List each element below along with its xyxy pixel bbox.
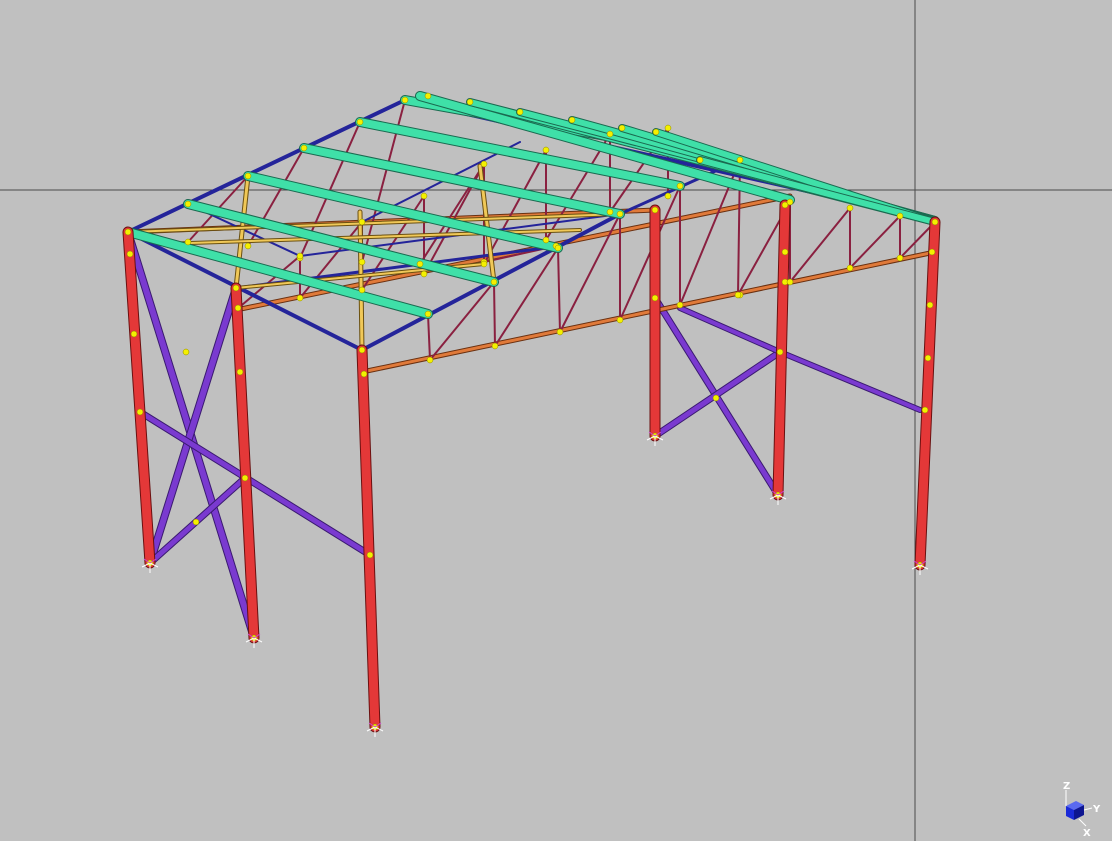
node[interactable]: [616, 210, 624, 218]
node[interactable]: [184, 238, 192, 246]
node[interactable]: [542, 146, 550, 154]
node[interactable]: [358, 218, 366, 226]
node[interactable]: [424, 92, 432, 100]
node[interactable]: [696, 156, 704, 164]
node[interactable]: [652, 128, 660, 136]
node[interactable]: [480, 160, 488, 168]
node[interactable]: [568, 116, 576, 124]
triad-x-axis: [1078, 818, 1087, 827]
node[interactable]: [676, 182, 684, 190]
node[interactable]: [182, 348, 190, 356]
truss-vertical[interactable]: [737, 159, 741, 296]
node[interactable]: [358, 258, 366, 266]
node[interactable]: [928, 248, 936, 256]
node[interactable]: [651, 206, 659, 214]
node[interactable]: [416, 260, 424, 268]
node[interactable]: [616, 316, 624, 324]
node[interactable]: [126, 250, 134, 258]
node[interactable]: [366, 551, 374, 559]
node[interactable]: [358, 346, 366, 354]
node[interactable]: [420, 192, 428, 200]
node[interactable]: [296, 252, 304, 260]
node[interactable]: [846, 264, 854, 272]
node[interactable]: [300, 144, 308, 152]
node[interactable]: [296, 294, 304, 302]
node[interactable]: [466, 98, 474, 106]
node[interactable]: [516, 108, 524, 116]
node[interactable]: [232, 284, 240, 292]
wall-brace[interactable]: [678, 306, 782, 354]
wall-brace[interactable]: [778, 350, 922, 412]
axis-triad: Z Y X: [1063, 781, 1101, 838]
node[interactable]: [651, 294, 659, 302]
node[interactable]: [556, 328, 564, 336]
node[interactable]: [426, 356, 434, 364]
node[interactable]: [606, 130, 614, 138]
node[interactable]: [241, 474, 249, 482]
node[interactable]: [664, 124, 672, 132]
node[interactable]: [664, 192, 672, 200]
triad-y-axis: [1083, 807, 1093, 811]
node[interactable]: [491, 342, 499, 350]
wall-brace[interactable]: [652, 349, 783, 439]
node[interactable]: [490, 278, 498, 286]
node[interactable]: [712, 394, 720, 402]
node[interactable]: [542, 236, 550, 244]
supports-layer: [141, 431, 929, 737]
3d-structure-view[interactable]: Z Y X: [0, 0, 1112, 841]
node[interactable]: [554, 244, 562, 252]
node[interactable]: [618, 124, 626, 132]
node[interactable]: [130, 330, 138, 338]
node[interactable]: [244, 242, 252, 250]
purlin[interactable]: [697, 157, 938, 225]
node[interactable]: [480, 260, 488, 268]
node[interactable]: [786, 198, 794, 206]
node[interactable]: [192, 518, 200, 526]
members-layer[interactable]: [122, 91, 941, 733]
node[interactable]: [358, 286, 366, 294]
node[interactable]: [776, 348, 784, 356]
node[interactable]: [846, 204, 854, 212]
structure-model[interactable]: [0, 0, 1112, 841]
tie-bar[interactable]: [358, 210, 364, 352]
node[interactable]: [676, 301, 684, 309]
node[interactable]: [124, 228, 132, 236]
node[interactable]: [896, 212, 904, 220]
triad-y-label: Y: [1092, 804, 1101, 815]
node[interactable]: [420, 270, 428, 278]
node[interactable]: [921, 406, 929, 414]
node[interactable]: [136, 408, 144, 416]
node[interactable]: [360, 370, 368, 378]
node[interactable]: [896, 254, 904, 262]
triad-x-label: X: [1083, 828, 1091, 838]
node[interactable]: [234, 304, 242, 312]
truss-vertical[interactable]: [493, 281, 496, 347]
node[interactable]: [924, 354, 932, 362]
node[interactable]: [736, 156, 744, 164]
triad-z-label: Z: [1063, 781, 1070, 792]
node[interactable]: [606, 208, 614, 216]
node[interactable]: [781, 248, 789, 256]
node[interactable]: [244, 172, 252, 180]
truss-vertical[interactable]: [427, 313, 431, 361]
node[interactable]: [734, 291, 742, 299]
node[interactable]: [236, 368, 244, 376]
truss-vertical[interactable]: [557, 247, 561, 333]
node[interactable]: [184, 200, 192, 208]
node[interactable]: [401, 96, 409, 104]
node[interactable]: [356, 118, 364, 126]
node[interactable]: [786, 278, 794, 286]
node[interactable]: [926, 301, 934, 309]
node[interactable]: [424, 310, 432, 318]
node[interactable]: [931, 218, 939, 226]
